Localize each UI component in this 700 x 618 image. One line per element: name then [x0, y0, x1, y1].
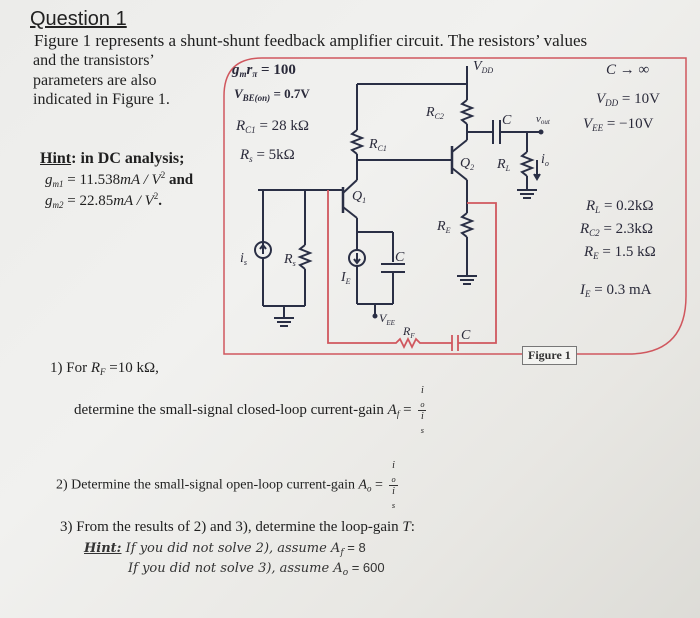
rc1-resistor: [349, 129, 365, 155]
part1-line2: determine the small-signal closed-loop c…: [74, 385, 427, 435]
rc2-label: RC2: [425, 105, 444, 121]
rl-label: RL: [496, 157, 511, 173]
bypass-cap-label: C: [395, 250, 405, 265]
part2-line: 2) Determine the small-signal open-loop …: [56, 460, 398, 510]
param-gm-rpi: gmrπ = 100: [232, 62, 296, 79]
feedback-cap-label: C: [461, 328, 471, 343]
coupling-cap-label: C: [502, 113, 512, 128]
re-label: RE: [436, 219, 451, 235]
q2-label: Q2: [460, 156, 474, 172]
rc1-label: RC1: [368, 137, 387, 153]
re-resistor: [459, 212, 475, 238]
param-vee: VEE = −10V: [583, 116, 654, 133]
part3-hint-1: Hint: If you did not solve 2), assume Af…: [84, 540, 366, 558]
param-vbe: VBE(on) = 0.7V: [234, 86, 310, 103]
part3-hint-label: Hint:: [84, 541, 122, 556]
param-rs: Rs = 5kΩ: [240, 147, 295, 164]
rf-label: RF: [402, 324, 415, 340]
param-rc1: RC1 = 28 kΩ: [236, 118, 310, 135]
param-ie: IE = 0.3 mA: [580, 282, 652, 299]
io-over-is-fraction: iois: [418, 385, 427, 435]
q1-label: Q1: [352, 189, 366, 205]
param-vdd: VDD = 10V: [596, 91, 660, 108]
rs-resistor: [297, 244, 313, 270]
param-rc2: RC2 = 2.3kΩ: [580, 221, 654, 238]
vee-label: VEE: [379, 311, 396, 327]
io-label: io: [541, 152, 549, 168]
param-re: RE = 1.5 kΩ: [584, 244, 656, 261]
rl-resistor: [519, 151, 535, 177]
part3-line: 3) From the results of 2) and 3), determ…: [60, 519, 415, 535]
rc2-resistor: [459, 99, 475, 125]
figure-caption: Figure 1: [522, 346, 577, 365]
part3-hint-2: If you did not solve 3), assume Ao = 600: [128, 560, 385, 578]
param-rl: RL = 0.2kΩ: [586, 198, 654, 215]
part1-line1: 1) For RF =10 kΩ,: [50, 360, 159, 377]
param-c-infinite: C → ∞: [606, 62, 650, 78]
vout-label: vout: [536, 113, 551, 126]
ie-label: IE: [340, 270, 351, 286]
rs-label: Rs: [283, 252, 296, 268]
vdd-label: VDD: [473, 59, 493, 75]
is-label: is: [240, 251, 247, 267]
io-over-is-fraction: iois: [389, 460, 398, 510]
